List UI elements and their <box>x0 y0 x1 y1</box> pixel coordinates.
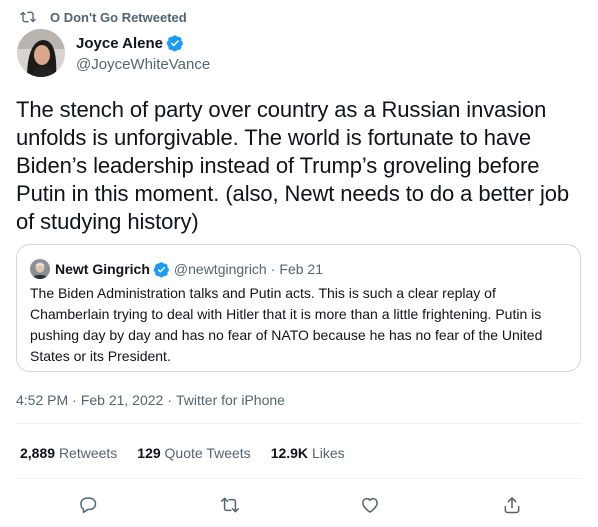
engagement-stats: 2,889 Retweets 129 Quote Tweets 12.9K Li… <box>20 445 365 461</box>
quoted-separator: · <box>270 261 276 277</box>
timestamp-separator-2: · <box>167 392 172 408</box>
divider <box>16 478 582 479</box>
likes-stat[interactable]: 12.9K Likes <box>271 445 345 461</box>
author-handle[interactable]: @JoyceWhiteVance <box>76 56 210 73</box>
quoted-date: Feb 21 <box>279 261 323 277</box>
verified-badge-icon <box>153 261 169 277</box>
quoted-tweet-header: Newt Gingrich @newtgingrich · Feb 21 <box>30 259 323 279</box>
retweet-notice-text: O Don't Go Retweeted <box>50 9 187 25</box>
retweets-stat[interactable]: 2,889 Retweets <box>20 445 117 461</box>
quotes-count: 129 <box>137 445 161 461</box>
share-icon <box>504 497 520 514</box>
quoted-tweet-text: The Biden Administration talks and Putin… <box>30 285 543 364</box>
quoted-tweet-card[interactable]: Newt Gingrich @newtgingrich · Feb 21 The… <box>16 244 581 372</box>
timestamp-separator: · <box>72 392 77 408</box>
like-button[interactable] <box>353 488 387 522</box>
retweet-icon <box>20 11 36 23</box>
reply-icon <box>80 497 97 514</box>
verified-badge-icon <box>166 35 183 52</box>
action-bar <box>0 488 598 522</box>
retweet-notice[interactable]: O Don't Go Retweeted <box>20 8 187 26</box>
quotes-label: Quote Tweets <box>164 445 251 461</box>
retweet-icon <box>220 497 240 513</box>
likes-count: 12.9K <box>270 445 309 461</box>
tweet-date[interactable]: Feb 21, 2022 <box>81 392 164 408</box>
reply-button[interactable] <box>71 488 105 522</box>
retweets-count: 2,889 <box>20 445 56 461</box>
retweet-button[interactable] <box>213 488 247 522</box>
quoted-avatar <box>30 259 50 279</box>
tweet-text: The stench of party over country as a Ru… <box>16 97 570 234</box>
divider <box>16 423 582 424</box>
quoted-author-handle: @newtgingrich <box>173 261 267 277</box>
author-block: Joyce Alene @JoyceWhiteVance <box>76 33 210 74</box>
tweet-source[interactable]: Twitter for iPhone <box>176 392 285 408</box>
share-button[interactable] <box>495 488 529 522</box>
quote-tweets-stat[interactable]: 129 Quote Tweets <box>137 445 250 461</box>
author-name[interactable]: Joyce Alene <box>76 35 163 52</box>
quoted-author-name: Newt Gingrich <box>55 261 150 277</box>
tweet-time[interactable]: 4:52 PM <box>16 392 68 408</box>
likes-label: Likes <box>311 445 345 461</box>
retweets-label: Retweets <box>58 445 118 461</box>
avatar[interactable] <box>17 29 65 77</box>
like-icon <box>362 497 378 513</box>
tweet-timestamp: 4:52 PM · Feb 21, 2022 · Twitter for iPh… <box>16 392 285 408</box>
